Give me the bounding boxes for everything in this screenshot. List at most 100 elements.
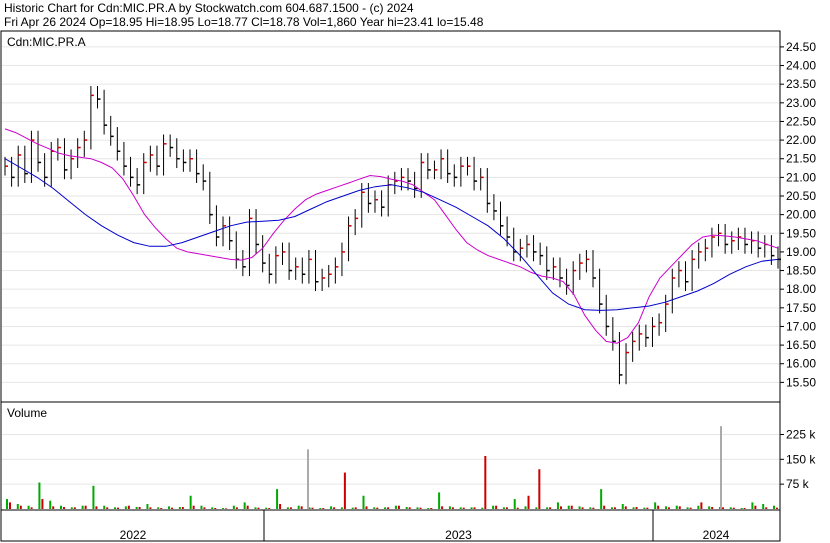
volume-bar (430, 508, 433, 509)
volume-bar (60, 505, 63, 509)
volume-bar (427, 508, 430, 509)
volume-bar (63, 507, 66, 509)
volume-bar (19, 505, 22, 509)
volume-bar (664, 506, 667, 509)
volume-bar (235, 507, 238, 509)
volume-bar (384, 507, 387, 509)
volume-bar (157, 507, 160, 509)
moving-average-short-line (4, 128, 779, 344)
volume-bar (610, 507, 613, 509)
price-tick-label: 22.00 (786, 133, 816, 147)
volume-bar (232, 505, 235, 509)
volume-bar (387, 507, 390, 509)
volume-bar (754, 505, 757, 509)
volume-bar (246, 505, 249, 509)
price-tick-label: 24.00 (786, 59, 816, 73)
volume-bar (322, 508, 325, 509)
volume-bar (773, 505, 775, 509)
price-tick-label: 19.50 (786, 226, 816, 240)
volume-bar (373, 507, 376, 509)
volume-bar (330, 506, 333, 509)
volume-bar (300, 506, 303, 509)
volume-bar (41, 499, 44, 509)
volume-bar (711, 507, 714, 509)
volume-bar (765, 507, 768, 509)
volume-bar (95, 506, 98, 509)
volume-bar (600, 489, 603, 509)
price-tick-label: 21.50 (786, 152, 816, 166)
price-tick-label: 20.50 (786, 189, 816, 203)
volume-bar (516, 507, 519, 509)
volume-tick-label: 150 k (786, 452, 816, 466)
volume-bar (254, 507, 257, 509)
volume-bar (624, 506, 627, 509)
volume-bar (189, 495, 192, 509)
volume-bar (505, 507, 508, 509)
volume-bar (570, 505, 573, 509)
volume-bar (720, 426, 722, 509)
volume-bar (127, 505, 130, 509)
volume-panel-frame (0, 401, 781, 511)
volume-bar (559, 506, 562, 509)
volume-bar (527, 495, 530, 509)
volume-bar (416, 507, 419, 509)
price-tick-label: 21.00 (786, 170, 816, 184)
volume-bar (700, 502, 703, 509)
volume-bar (470, 507, 473, 509)
volume-bar (286, 507, 289, 509)
volume-bar (138, 507, 141, 509)
price-tick-label: 23.50 (786, 77, 816, 91)
volume-bar (73, 507, 76, 509)
volume-bar (225, 508, 228, 509)
volume-bar (27, 505, 30, 509)
volume-bar (81, 505, 84, 509)
volume-bar (708, 506, 711, 509)
volume-bar (535, 507, 538, 509)
volume-bar (732, 507, 735, 509)
volume-bar (397, 505, 400, 509)
volume-bar (178, 507, 181, 509)
volume-bar (459, 507, 462, 509)
volume-bar (495, 505, 498, 509)
volume-bar (276, 489, 279, 509)
price-tick-label: 23.00 (786, 96, 816, 110)
volume-bar (16, 504, 19, 509)
volume-bar (603, 505, 606, 509)
volume-bar (214, 508, 217, 509)
volume-bar (632, 507, 635, 509)
volume-bar (376, 507, 379, 509)
volume-bar (697, 505, 700, 509)
volume-bar (268, 508, 271, 509)
volume-bar (646, 507, 649, 509)
price-tick-label: 17.00 (786, 319, 816, 333)
price-chart-title: Cdn:MIC.PR.A (7, 35, 86, 49)
volume-bar (192, 505, 195, 509)
volume-bar (279, 504, 282, 509)
volume-tick-label: 75 k (786, 477, 810, 491)
volume-bar (751, 502, 754, 509)
volume-bar (160, 508, 163, 509)
volume-bar (343, 472, 346, 509)
volume-bar (578, 506, 581, 509)
volume-bar (613, 507, 616, 509)
price-tick-label: 16.00 (786, 357, 816, 371)
volume-bar (675, 505, 678, 509)
volume-bar (654, 502, 657, 509)
volume-bar (740, 508, 743, 509)
volume-bar (448, 506, 451, 509)
volume-bar (319, 508, 322, 509)
volume-bar (729, 507, 732, 509)
price-tick-label: 15.50 (786, 375, 816, 389)
volume-bar (546, 507, 549, 509)
volume-bar (635, 507, 638, 509)
volume-bar (307, 449, 309, 509)
volume-bar (567, 505, 570, 509)
volume-bar (657, 505, 660, 509)
price-tick-label: 22.50 (786, 114, 816, 128)
volume-bar (333, 507, 336, 509)
volume-bar (146, 504, 149, 509)
volume-bar (135, 507, 138, 509)
volume-bar (678, 506, 681, 509)
volume-bar (721, 507, 724, 509)
volume-bar (149, 507, 152, 509)
